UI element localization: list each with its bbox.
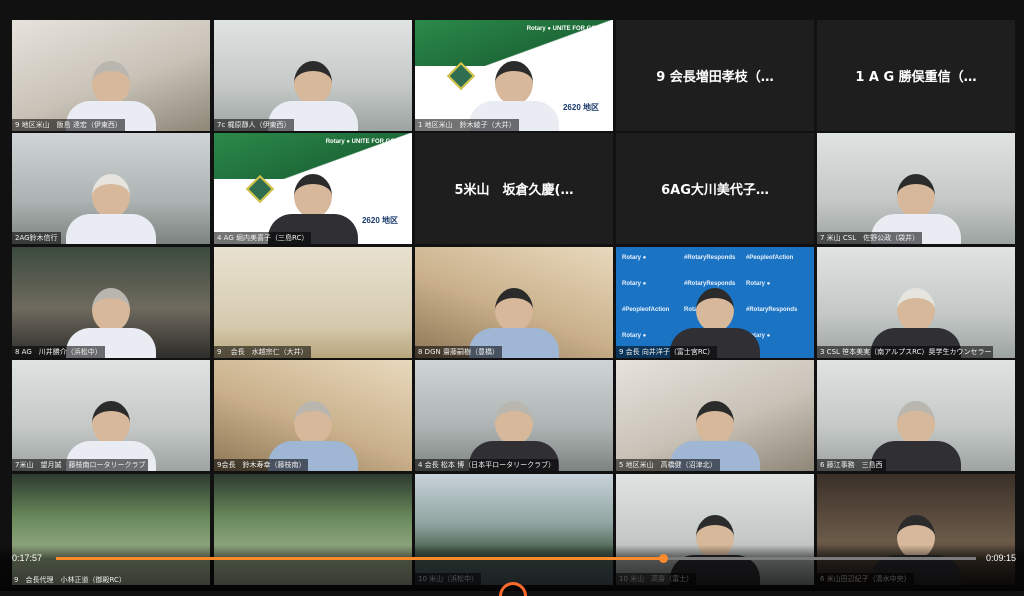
participant-tile[interactable]: 8 DGN 齋藤嗣樹（豊橋） <box>415 247 613 358</box>
participant-name-label: 2AG鈴木信行 <box>12 232 61 244</box>
participant-tile[interactable]: 9会長 鈴木寿幸（藤枝南） <box>214 360 412 471</box>
participant-tile[interactable]: 5米山 坂倉久慶(… <box>415 133 613 244</box>
participant-tile[interactable]: 1 A G 勝俣重信（… <box>817 20 1015 131</box>
participant-name-label: 7c 梶原靜人（伊東西） <box>214 119 294 131</box>
participant-name-label: 9 会長 向井洋子（富士宮RC） <box>616 346 718 358</box>
participant-display-name: 6AG大川美代子… <box>661 183 769 198</box>
participant-video <box>66 174 156 244</box>
participant-tile[interactable]: 4 会長 松本 博（日本平ロータリークラブ） <box>415 360 613 471</box>
participant-tile[interactable]: Rotary ● UNITE FOR GOOD 2620 地区 4 AG 堀内美喜子… <box>214 133 412 244</box>
participant-tile[interactable]: 2AG鈴木信行 <box>12 133 210 244</box>
participant-name-label: 9 会長 水越宗仁（大井） <box>214 346 311 358</box>
participant-tile[interactable]: 6 藤江事務 三島西 <box>817 360 1015 471</box>
participant-tile[interactable]: 9 会長増田孝枝（… <box>616 20 814 131</box>
pattern-text: #PeopleofAction <box>622 307 670 313</box>
participant-name-label: 7米山 望月誠 藤枝南ロータリークラブ <box>12 459 149 471</box>
participant-grid: 9 地区米山 飯島 達宏（伊東西） 7c 梶原靜人（伊東西） Rotary ● UN… <box>12 20 1016 591</box>
rotary-brand-text: Rotary ● UNITE FOR GOOD <box>325 139 404 145</box>
participant-name-label: 8 AG 川井勝介（浜松中） <box>12 346 105 358</box>
participant-tile[interactable]: 6AG大川美代子… <box>616 133 814 244</box>
participant-name-label: 8 DGN 齋藤嗣樹（豊橋） <box>415 346 502 358</box>
rotary-brand-text: Rotary ● UNITE FOR GOOD <box>526 26 605 32</box>
pattern-text: Rotary ● <box>622 333 647 339</box>
participant-tile[interactable]: 9 地区米山 飯島 達宏（伊東西） <box>12 20 210 131</box>
pattern-text: #RotaryResponds <box>684 255 736 261</box>
participant-name-label: 3 CSL 笹本美実（南アルプスRC）奨学生カウンセラー <box>817 346 993 358</box>
district-text: 2620 地区 <box>361 216 398 225</box>
participant-name-label: 7 米山 CSL 佐野公政（袋井） <box>817 232 923 244</box>
participant-tile[interactable]: 7米山 望月誠 藤枝南ロータリークラブ <box>12 360 210 471</box>
participant-name-label: 1 地区米山 鈴木綾子（大井） <box>415 119 519 131</box>
current-time: 0:17:57 <box>12 553 43 563</box>
participant-tile[interactable]: 8 AG 川井勝介（浜松中） <box>12 247 210 358</box>
participant-name-label: 6 藤江事務 三島西 <box>817 459 886 471</box>
participant-tile[interactable]: Rotary ● #RotaryResponds #PeopleofAction Ro… <box>616 247 814 358</box>
pattern-text: Rotary ● <box>746 281 771 287</box>
total-time: 0:09:15 <box>985 553 1016 563</box>
participant-tile[interactable]: 9 会長 水越宗仁（大井） <box>214 247 412 358</box>
seek-bar[interactable] <box>56 554 976 563</box>
seek-bar-handle[interactable] <box>659 554 669 563</box>
district-text: 2620 地区 <box>562 103 599 112</box>
participant-display-name: 9 会長増田孝枝（… <box>656 70 774 85</box>
bottom-participant-label: 9 会長代理 小林正道（御殿RC） <box>14 576 126 584</box>
participant-tile[interactable]: 7 米山 CSL 佐野公政（袋井） <box>817 133 1015 244</box>
participant-tile[interactable]: 5 地区米山 高橋健（沼津北） <box>616 360 814 471</box>
participant-display-name: 5米山 坂倉久慶(… <box>454 183 574 198</box>
participant-tile[interactable]: Rotary ● UNITE FOR GOOD 2620 地区 1 地区米山 鈴木綾… <box>415 20 613 131</box>
pattern-text: #RotaryResponds <box>684 281 736 287</box>
seek-bar-progress <box>56 557 664 560</box>
pattern-text: #PeopleofAction <box>746 255 794 261</box>
participant-name-label: 4 会長 松本 博（日本平ロータリークラブ） <box>415 459 559 471</box>
participant-name-label: 9 地区米山 飯島 達宏（伊東西） <box>12 119 125 131</box>
participant-display-name: 1 A G 勝俣重信（… <box>855 70 977 85</box>
participant-tile[interactable]: 7c 梶原靜人（伊東西） <box>214 20 412 131</box>
participant-tile[interactable]: 3 CSL 笹本美実（南アルプスRC）奨学生カウンセラー <box>817 247 1015 358</box>
pattern-text: Rotary ● <box>622 281 647 287</box>
participant-name-label: 9会長 鈴木寿幸（藤枝南） <box>214 459 309 471</box>
pattern-text: Rotary ● <box>622 255 647 261</box>
participant-name-label: 4 AG 堀内美喜子（三島RC） <box>214 232 312 244</box>
participant-name-label: 5 地区米山 高橋健（沼津北） <box>616 459 720 471</box>
